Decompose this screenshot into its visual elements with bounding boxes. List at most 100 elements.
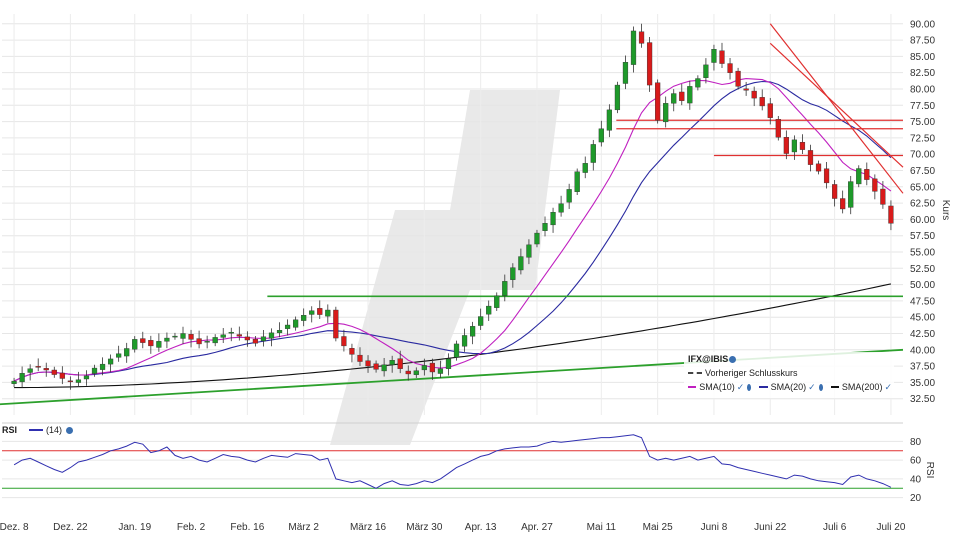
- y-tick-label: 90.00: [910, 19, 935, 30]
- candle-body: [614, 84, 621, 111]
- candle-body: [365, 360, 371, 367]
- checkmark-icon[interactable]: ✓: [884, 380, 892, 394]
- candle-body: [469, 326, 476, 337]
- rsi-line: [13, 434, 892, 489]
- candle-body: [220, 334, 226, 338]
- x-tick-label: Apr. 13: [465, 522, 497, 533]
- checkmark-icon[interactable]: ✓: [808, 380, 816, 394]
- candle-body: [574, 171, 580, 192]
- candle-body: [260, 336, 267, 342]
- candle-body: [646, 42, 653, 86]
- x-tick-label: Feb. 16: [230, 522, 264, 533]
- candle-body: [284, 324, 291, 329]
- candle-body: [437, 368, 444, 374]
- candle-body: [252, 339, 259, 344]
- candle-body: [421, 365, 427, 371]
- candle-body: [301, 315, 307, 321]
- candle-body: [655, 82, 661, 121]
- x-tick-label: Juni 22: [754, 522, 787, 533]
- y-tick-label: 32.50: [910, 394, 935, 405]
- candle-body: [518, 256, 524, 271]
- y-tick-label: 50.00: [910, 280, 935, 291]
- candle-body: [75, 379, 82, 383]
- x-tick-label: Juli 6: [823, 522, 847, 533]
- rsi-axis-label: RSI: [924, 462, 935, 479]
- x-tick-label: März 30: [406, 522, 443, 533]
- candle-body: [510, 267, 516, 280]
- x-tick-label: Juni 8: [701, 522, 728, 533]
- candle-body: [606, 109, 612, 131]
- candle-body: [445, 358, 452, 369]
- y-tick-label: 52.50: [910, 264, 935, 275]
- y-tick-label: 85.00: [910, 52, 935, 63]
- candle-body: [703, 64, 709, 78]
- candle-body: [91, 367, 98, 374]
- candle-body: [735, 70, 741, 87]
- candle-body: [864, 169, 870, 180]
- candle-body: [815, 163, 822, 172]
- candle-body: [99, 363, 106, 370]
- x-tick-label: Juli 20: [876, 522, 905, 533]
- y-axis-label: Kurs: [940, 200, 951, 221]
- candle-body: [823, 168, 830, 184]
- candle-body: [558, 203, 564, 213]
- y-tick-label: 77.50: [910, 101, 935, 112]
- candle-body: [59, 372, 65, 379]
- y-tick-label: 60.00: [910, 215, 935, 226]
- settings-icon[interactable]: [747, 383, 752, 391]
- x-tick-label: Dez. 8: [0, 522, 29, 533]
- candle-body: [630, 30, 637, 65]
- y-tick-label: 62.50: [910, 199, 935, 210]
- y-tick-label: 75.00: [910, 117, 935, 128]
- candle-body: [767, 103, 773, 118]
- x-tick-label: Dez. 22: [53, 522, 88, 533]
- legend-sma20-swatch: [759, 386, 768, 388]
- candle-body: [212, 337, 218, 344]
- candle-body: [832, 184, 838, 199]
- candle-body: [848, 181, 854, 208]
- rsi-series-line: [13, 434, 892, 489]
- legend-sma10[interactable]: SMA(10): [699, 380, 735, 394]
- candle-body: [840, 198, 846, 210]
- x-tick-label: Apr. 27: [521, 522, 553, 533]
- candle-body: [663, 103, 669, 123]
- candle-body: [19, 373, 25, 383]
- candle-body: [542, 223, 548, 231]
- candle-body: [124, 348, 130, 357]
- y-tick-label: 87.50: [910, 36, 935, 47]
- x-axis-ticks: Dez. 8 Dez. 22 Jan. 19 Feb. 2 Feb. 16 März 2 M…: [0, 522, 906, 533]
- legend-sma20[interactable]: SMA(20): [771, 380, 807, 394]
- candle-body: [188, 334, 194, 340]
- candle-body: [687, 86, 693, 104]
- settings-icon[interactable]: [729, 355, 737, 363]
- candle-body: [638, 31, 645, 44]
- candle-body: [83, 375, 90, 380]
- candle-body: [775, 119, 781, 138]
- legend-sma200[interactable]: SMA(200): [842, 380, 883, 394]
- candle-body: [711, 49, 717, 63]
- settings-icon[interactable]: [818, 383, 823, 391]
- candle-body: [357, 354, 363, 362]
- y-tick-label: 40.00: [910, 345, 935, 356]
- candle-body: [679, 91, 685, 101]
- x-tick-label: Jan. 19: [118, 522, 151, 533]
- y-tick-label: 70.00: [910, 150, 935, 161]
- legend-sma200-swatch: [830, 386, 839, 388]
- candle-body: [309, 310, 315, 315]
- candle-body: [196, 338, 202, 345]
- candle-body: [880, 188, 886, 205]
- candle-body: [228, 331, 234, 334]
- rsi-panel-label: RSI: [2, 425, 18, 435]
- rsi-tick-label: 60: [910, 456, 922, 467]
- candle-body: [494, 295, 500, 308]
- checkmark-icon[interactable]: ✓: [737, 380, 745, 394]
- settings-icon[interactable]: [66, 426, 74, 434]
- rsi-tick-label: 20: [910, 493, 922, 504]
- candle-body: [590, 144, 596, 163]
- y-tick-label: 47.50: [910, 296, 935, 307]
- x-tick-label: Mai 11: [587, 522, 617, 533]
- rsi-swatch: [29, 429, 44, 431]
- candle-body: [799, 141, 806, 150]
- candle-body: [461, 335, 468, 347]
- legend-prevclose-swatch: [688, 372, 702, 374]
